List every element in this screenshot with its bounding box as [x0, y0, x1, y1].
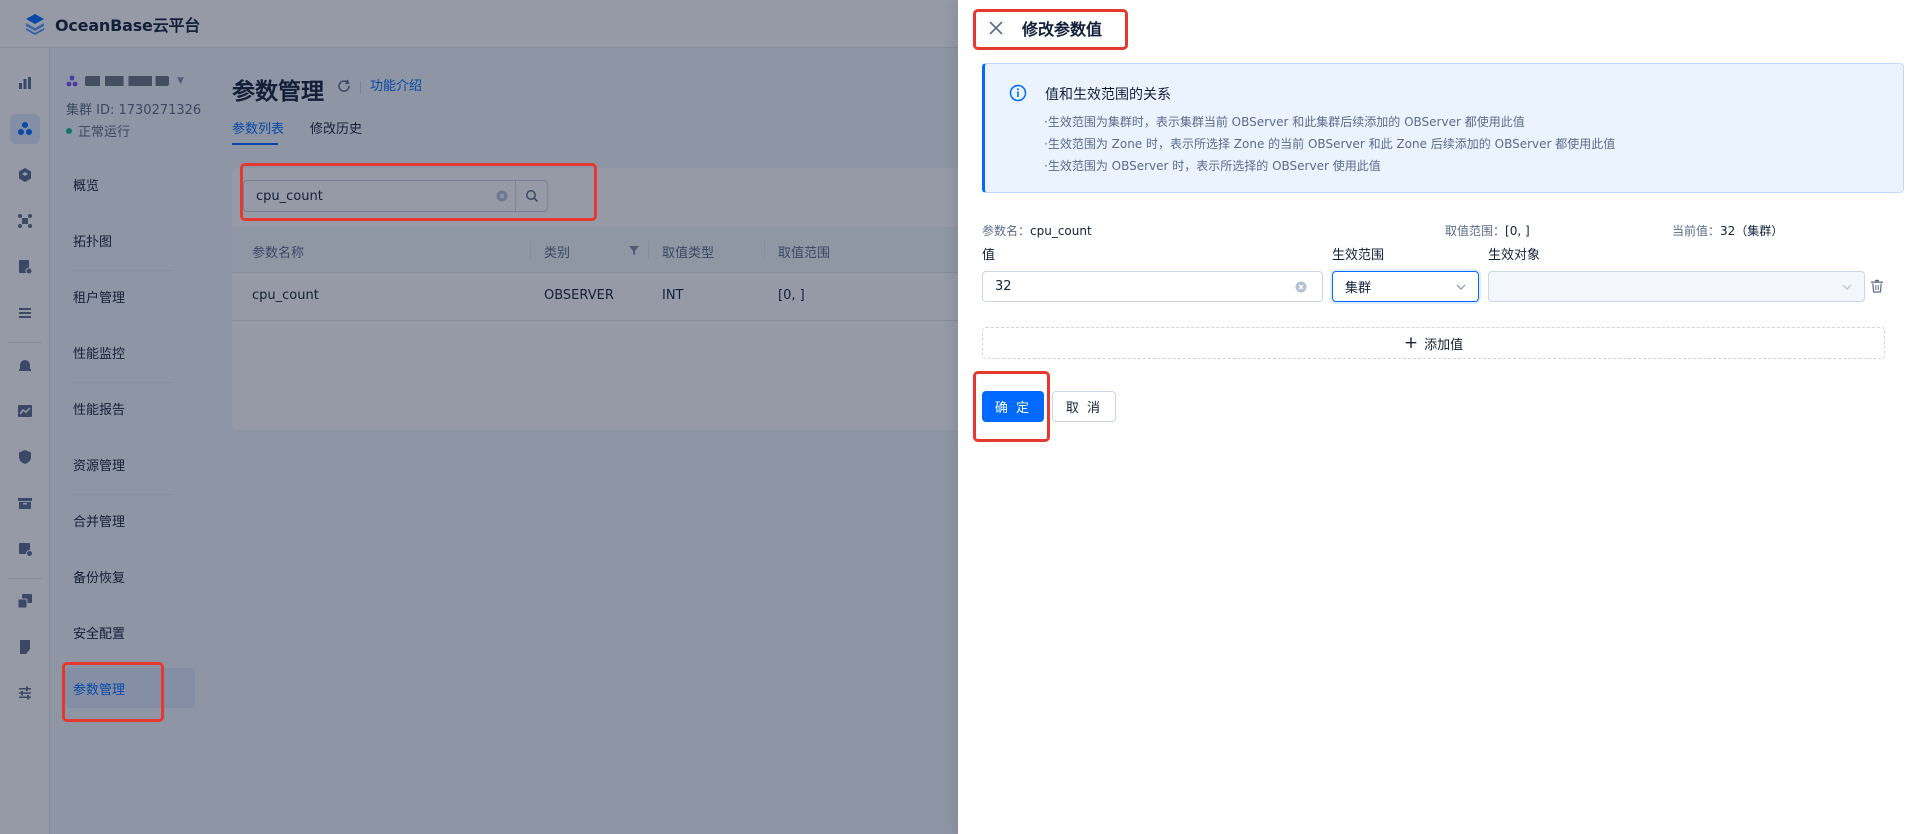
- add-value-label: 添加值: [1424, 337, 1464, 353]
- info-line-zone: ·生效范围为 Zone 时，表示所选择 Zone 的当前 OBServer 和此…: [1044, 137, 1616, 151]
- chevron-down-icon: [1842, 284, 1852, 290]
- info-alert: 值和生效范围的关系 ·生效范围为集群时，表示集群当前 OBServer 和此集群…: [982, 63, 1904, 193]
- value-input-text: 32: [995, 279, 1012, 294]
- modal-mask[interactable]: [0, 0, 958, 834]
- current-value-value: 32（集群）: [1720, 224, 1784, 238]
- scope-label: 生效范围: [1332, 248, 1385, 263]
- delete-icon[interactable]: [1870, 279, 1884, 293]
- info-title: 值和生效范围的关系: [1045, 87, 1171, 103]
- meta-current-value: 当前值：32（集群）: [1672, 224, 1784, 238]
- info-line-observer: ·生效范围为 OBServer 时，表示所选择的 OBServer 使用此值: [1044, 159, 1381, 173]
- confirm-button[interactable]: 确 定: [982, 391, 1044, 422]
- value-label: 值: [982, 248, 996, 263]
- plus-icon: +: [1403, 332, 1419, 353]
- cancel-button[interactable]: 取 消: [1052, 391, 1116, 422]
- value-range-value: [0, ]: [1505, 224, 1530, 238]
- chevron-down-icon: [1456, 284, 1466, 290]
- scope-select-value: 集群: [1345, 281, 1372, 296]
- meta-value-range: 取值范围：[0, ]: [1445, 224, 1530, 238]
- meta-param-name: 参数名：cpu_count: [982, 224, 1092, 238]
- close-icon[interactable]: [988, 20, 1004, 36]
- info-icon: [1009, 84, 1027, 102]
- clear-icon[interactable]: [1294, 280, 1308, 294]
- target-label: 生效对象: [1488, 248, 1541, 263]
- add-value-button[interactable]: + 添加值: [982, 327, 1885, 359]
- edit-parameter-drawer: 修改参数值 值和生效范围的关系 ·生效范围为集群时，表示集群当前 OBServe…: [958, 0, 1919, 834]
- info-line-cluster: ·生效范围为集群时，表示集群当前 OBServer 和此集群后续添加的 OBSe…: [1044, 115, 1525, 129]
- target-select[interactable]: [1488, 271, 1865, 302]
- scope-select[interactable]: 集群: [1332, 271, 1479, 302]
- drawer-title: 修改参数值: [1022, 20, 1103, 39]
- param-name-value: cpu_count: [1030, 224, 1092, 238]
- value-input[interactable]: 32: [982, 271, 1323, 302]
